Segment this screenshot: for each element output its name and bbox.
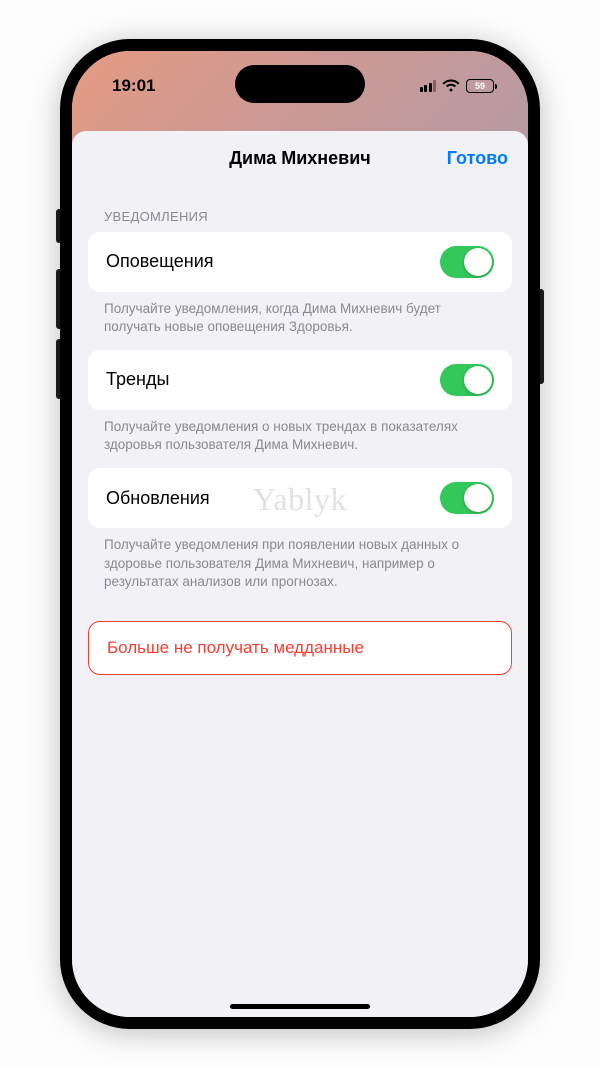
dynamic-island: [235, 65, 365, 103]
sheet-header: Дима Михневич Готово: [72, 131, 528, 187]
side-button-power: [540, 289, 544, 384]
phone-frame: 19:01 59 Дима Михневич Г: [60, 39, 540, 1029]
side-button-silent: [56, 209, 60, 243]
home-indicator[interactable]: [230, 1004, 370, 1009]
wifi-icon: [442, 79, 460, 92]
row-footer-trends: Получайте уведомления о новых трендах в …: [72, 410, 528, 468]
row-footer-updates: Получайте уведомления при появлении новы…: [72, 528, 528, 605]
status-right: 59: [420, 79, 495, 93]
status-time: 19:01: [112, 76, 155, 96]
row-label: Тренды: [106, 369, 169, 390]
row-footer-alerts: Получайте уведомления, когда Дима Михнев…: [72, 292, 528, 350]
battery-percent: 59: [475, 81, 485, 91]
row-updates[interactable]: Обновления: [88, 468, 512, 528]
toggle-updates[interactable]: [440, 482, 494, 514]
row-label: Оповещения: [106, 251, 214, 272]
row-alerts[interactable]: Оповещения: [88, 232, 512, 292]
stop-receiving-button[interactable]: Больше не получать медданные: [88, 621, 512, 675]
screen: 19:01 59 Дима Михневич Г: [72, 51, 528, 1017]
page-title: Дима Михневич: [229, 148, 371, 169]
row-label: Обновления: [106, 488, 210, 509]
row-trends[interactable]: Тренды: [88, 350, 512, 410]
toggle-trends[interactable]: [440, 364, 494, 396]
side-button-volume-up: [56, 269, 60, 329]
side-button-volume-down: [56, 339, 60, 399]
toggle-alerts[interactable]: [440, 246, 494, 278]
cellular-icon: [420, 80, 437, 92]
section-header-notifications: УВЕДОМЛЕНИЯ: [72, 187, 528, 232]
done-button[interactable]: Готово: [447, 131, 508, 187]
battery-icon: 59: [466, 79, 494, 93]
settings-sheet: Дима Михневич Готово УВЕДОМЛЕНИЯ Оповеще…: [72, 131, 528, 1017]
